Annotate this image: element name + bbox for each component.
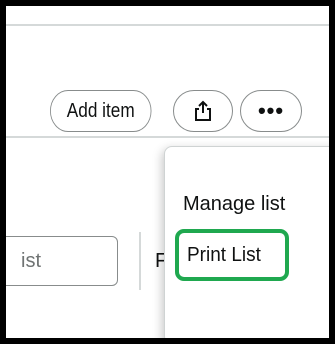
more-options-button[interactable]: ••• (240, 90, 302, 132)
menu-item-manage-list[interactable]: Manage list (183, 193, 285, 216)
share-button[interactable] (173, 90, 233, 132)
add-item-button[interactable]: Add item (50, 90, 152, 132)
menu-item-print-list[interactable]: Print List (175, 229, 289, 281)
screenshot-frame: Add item ••• ist F Manage list Print Lis… (6, 6, 329, 338)
menu-item-label: Print List (187, 243, 261, 266)
more-icon: ••• (257, 98, 285, 123)
search-list-input[interactable]: ist (6, 236, 118, 286)
search-placeholder: ist (21, 249, 41, 272)
toolbar-divider (139, 232, 141, 290)
add-item-label: Add item (66, 99, 135, 122)
menu-item-label: Manage list (183, 193, 286, 215)
share-icon (195, 100, 211, 121)
more-options-menu: Manage list Print List (164, 146, 329, 338)
